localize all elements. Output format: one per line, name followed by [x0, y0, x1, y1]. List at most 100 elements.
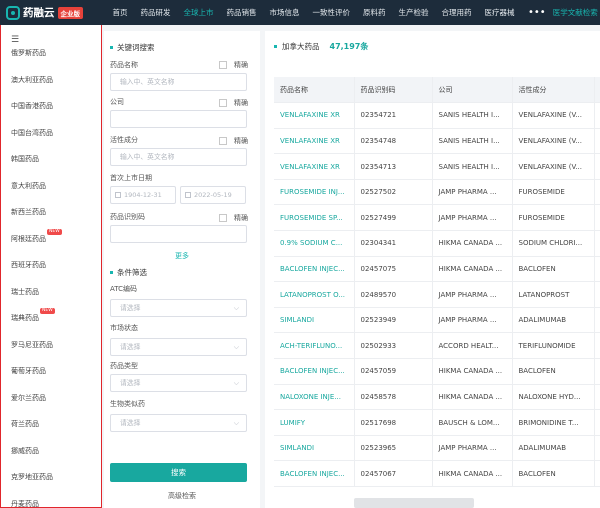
ingredient-exact-checkbox[interactable]: 精确 [219, 136, 248, 146]
table-row[interactable]: FUROSEMIDE SP... 02527499 JAMP PHARMA ... F… [274, 204, 600, 232]
checkbox-icon [219, 214, 227, 222]
nav-item[interactable]: 合理用药 [435, 0, 478, 25]
column-header-drug-name[interactable]: 药品名称 [274, 77, 355, 104]
nav-item[interactable]: 原料药 [357, 0, 393, 25]
cell-drug-id: 02527502 [354, 179, 433, 206]
cell-extra [594, 204, 600, 232]
company-exact-checkbox[interactable]: 精确 [219, 98, 248, 108]
sidebar-country-item[interactable]: 西班牙药品 [11, 260, 53, 287]
cell-ingredient: FUROSEMIDE [512, 204, 595, 232]
drug-name-input[interactable]: 输入中、英文名称 [110, 73, 247, 91]
more-menu-icon[interactable]: ••• [521, 0, 553, 25]
cell-company: JAMP PHARMA ... [432, 281, 513, 308]
sidebar-country-item[interactable]: 中国香港药品 [11, 101, 53, 128]
nav-item[interactable]: 市场信息 [263, 0, 306, 25]
sidebar-country-item[interactable]: 荷兰药品 [11, 419, 53, 446]
active-ingredient-input[interactable]: 输入中、英文名称 [110, 148, 247, 166]
table-row[interactable]: BACLOFEN INJEC... 02457059 HIKMA CANADA ..… [274, 358, 600, 385]
cell-ingredient: FUROSEMIDE [512, 179, 595, 206]
nav-item[interactable]: 药品研发 [134, 0, 177, 25]
sidebar-country-item[interactable]: 克罗地亚药品 [11, 472, 53, 499]
cell-drug-name[interactable]: VENLAFAXINE XR [274, 153, 355, 180]
nav-literature-search[interactable]: 医学文献检索 [553, 0, 598, 25]
cell-company: JAMP PHARMA ... [432, 204, 513, 232]
cell-drug-name[interactable]: FUROSEMIDE SP... [274, 204, 355, 232]
sidebar-item-label: 瑞士药品 [11, 287, 39, 296]
table-row[interactable]: NALOXONE INJE... 02458578 HIKMA CANADA ...… [274, 384, 600, 411]
cell-drug-name[interactable]: BACLOFEN INJEC... [274, 358, 355, 385]
date-to-input[interactable]: 2022-05-19 [180, 186, 246, 204]
sidebar-item-label: 澳大利亚药品 [11, 75, 53, 84]
table-row[interactable]: LATANOPROST O... 02489570 JAMP PHARMA ... L… [274, 281, 600, 308]
advanced-search-link[interactable]: 高级检索 [104, 491, 260, 501]
cell-drug-name[interactable]: SIMLANDI [274, 435, 355, 462]
table-row[interactable]: SIMLANDI 02523965 JAMP PHARMA ... ADALIMUMA… [274, 435, 600, 462]
sidebar-country-item[interactable]: 韩国药品 [11, 154, 53, 181]
table-row[interactable]: SIMLANDI 02523949 JAMP PHARMA ... ADALIMUMA… [274, 307, 600, 334]
nav-item[interactable]: 一致性评价 [306, 0, 357, 25]
sidebar-country-item[interactable]: 丹麦药品 [11, 499, 53, 508]
nav-item[interactable]: 医疗器械 [478, 0, 521, 25]
table-row[interactable]: LUMIFY 02517698 BAUSCH & LOM... BRIMONIDINE… [274, 409, 600, 436]
cell-ingredient: SODIUM CHLORI... [512, 230, 595, 257]
sidebar-country-item[interactable]: 意大利药品 [11, 181, 53, 208]
atc-code-label: ATC编码 [110, 285, 137, 293]
cell-drug-name[interactable]: LATANOPROST O... [274, 281, 355, 308]
table-row[interactable]: VENLAFAXINE XR 02354748 SANIS HEALTH I... V… [274, 128, 600, 155]
cell-company: BAUSCH & LOM... [432, 409, 513, 436]
table-row[interactable]: FUROSEMIDE INJ... 02527502 JAMP PHARMA ...… [274, 179, 600, 206]
company-input[interactable] [110, 110, 247, 128]
drug-type-select[interactable]: 请选择 ⌵ [110, 374, 247, 392]
sidebar-country-item[interactable]: 澳大利亚药品 [11, 75, 53, 102]
table-row[interactable]: BACLOFEN INJEC... 02457075 HIKMA CANADA ..… [274, 256, 600, 283]
date-from-input[interactable]: 1904-12-31 [110, 186, 176, 204]
nav-item[interactable]: 首页 [106, 0, 134, 25]
drug-id-input[interactable] [110, 225, 247, 243]
cell-drug-name[interactable]: VENLAFAXINE XR [274, 102, 355, 129]
atc-code-select[interactable]: 请选择 ⌵ [110, 299, 247, 317]
sidebar-country-item[interactable]: 罗马尼亚药品 [11, 340, 53, 367]
sidebar-country-item[interactable]: 挪威药品 [11, 446, 53, 473]
table-row[interactable]: ACH-TERIFLUNO... 02502933 ACCORD HEALT... T… [274, 332, 600, 360]
sidebar-item-label: 爱尔兰药品 [11, 393, 46, 402]
biosimilar-select[interactable]: 请选择 ⌵ [110, 414, 247, 432]
nav-item[interactable]: 全球上市 [177, 0, 220, 25]
logo[interactable]: 药融云 企业版 [0, 0, 106, 25]
cell-drug-name[interactable]: ACH-TERIFLUNO... [274, 332, 355, 360]
table-row[interactable]: VENLAFAXINE XR 02354721 SANIS HEALTH I... V… [274, 102, 600, 129]
sidebar-item-label: 中国台湾药品 [11, 128, 53, 137]
sidebar-country-item[interactable]: 俄罗斯药品 [11, 48, 53, 75]
sidebar-country-item[interactable]: 中国台湾药品 [11, 128, 53, 155]
market-status-select[interactable]: 请选择 ⌵ [110, 338, 247, 356]
cell-drug-name[interactable]: FUROSEMIDE INJ... [274, 179, 355, 206]
column-header-company[interactable]: 公司 [432, 77, 513, 104]
sidebar-country-item[interactable]: 阿根廷药品 NEW [11, 228, 62, 261]
search-button[interactable]: 搜索 [110, 463, 247, 482]
table-row[interactable]: VENLAFAXINE XR 02354713 SANIS HEALTH I... V… [274, 153, 600, 180]
cell-ingredient: VENLAFAXINE (V... [512, 153, 595, 180]
table-row[interactable]: BACLOFEN INJEC... 02457067 HIKMA CANADA ..… [274, 460, 600, 487]
column-header-drug-id[interactable]: 药品识别码 [354, 77, 433, 104]
more-fields-link[interactable]: 更多 [104, 251, 260, 261]
horizontal-scrollbar[interactable] [354, 498, 474, 508]
sidebar-country-item[interactable]: 爱尔兰药品 [11, 393, 53, 420]
cell-drug-name[interactable]: BACLOFEN INJEC... [274, 256, 355, 283]
nav-item[interactable]: 药品销售 [220, 0, 263, 25]
cell-drug-name[interactable]: LUMIFY [274, 409, 355, 436]
table-row[interactable]: 0.9% SODIUM C... 02304341 HIKMA CANADA ...… [274, 230, 600, 257]
cell-drug-name[interactable]: BACLOFEN INJEC... [274, 460, 355, 487]
cell-drug-name[interactable]: 0.9% SODIUM C... [274, 230, 355, 257]
column-header-ingredient[interactable]: 活性成分 [512, 77, 595, 104]
chevron-down-icon: ⌵ [233, 419, 239, 427]
results-title: 加拿大药品 [282, 42, 320, 51]
cell-extra [594, 409, 600, 436]
nav-item[interactable]: 生产检验 [392, 0, 435, 25]
menu-icon[interactable]: ☰ [11, 35, 19, 45]
cell-drug-name[interactable]: VENLAFAXINE XR [274, 128, 355, 155]
cell-drug-name[interactable]: NALOXONE INJE... [274, 384, 355, 411]
drug-name-exact-checkbox[interactable]: 精确 [219, 60, 248, 70]
sidebar-country-item[interactable]: 葡萄牙药品 [11, 366, 53, 393]
sidebar-country-item[interactable]: 瑞典药品 NEW [11, 308, 55, 340]
drug-id-exact-checkbox[interactable]: 精确 [219, 213, 248, 223]
cell-drug-name[interactable]: SIMLANDI [274, 307, 355, 334]
